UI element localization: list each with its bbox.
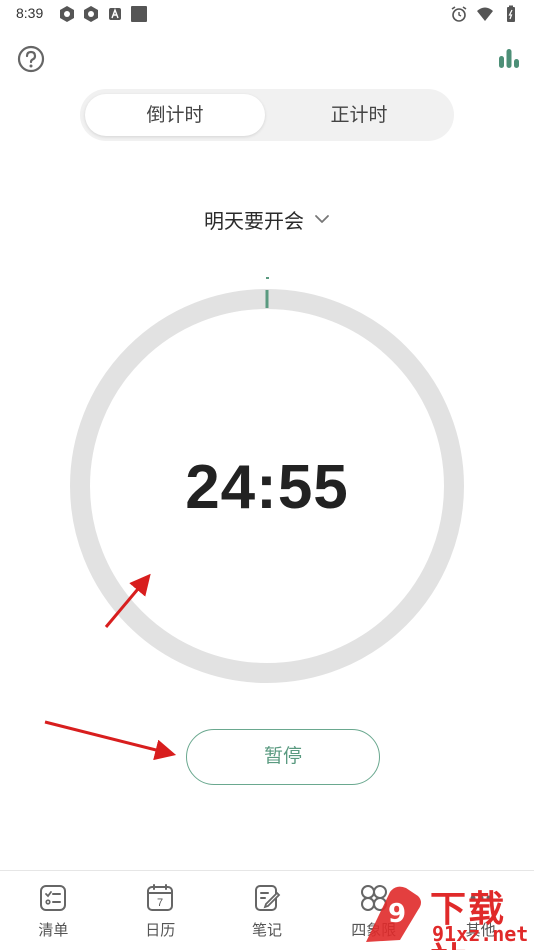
nav-label: 日历	[145, 921, 176, 939]
wifi-icon	[477, 7, 493, 21]
nav-item-calendar[interactable]: 7 日历	[107, 871, 214, 950]
task-name: 明天要开会	[204, 208, 304, 233]
nav-item-list[interactable]: 清单	[0, 871, 107, 950]
tab-countdown[interactable]: 倒计时	[85, 94, 265, 136]
status-time: 8:39	[16, 5, 44, 21]
annotation-arrow	[44, 720, 177, 761]
app-icon	[84, 6, 98, 22]
status-right-icons	[450, 5, 520, 23]
watermark-logo-text: 9	[388, 899, 406, 929]
note-icon	[254, 885, 281, 911]
pause-button[interactable]: 暂停	[186, 729, 380, 785]
timer-display: 24:55	[185, 453, 349, 522]
timer-ring-marker	[266, 277, 269, 279]
chevron-down-icon	[315, 215, 329, 223]
calendar-badge: 7	[157, 897, 163, 909]
watermark: 9 下载站 91xz.net	[360, 878, 534, 950]
bar-chart-icon[interactable]	[497, 46, 521, 70]
app-icon	[60, 6, 74, 22]
tab-countup[interactable]: 正计时	[269, 94, 449, 136]
battery-icon	[507, 5, 515, 22]
task-selector[interactable]: 明天要开会	[0, 203, 534, 235]
nav-label: 清单	[38, 921, 69, 939]
mode-switch: 倒计时 正计时	[80, 89, 454, 141]
a-icon	[109, 8, 121, 20]
checklist-icon	[40, 885, 67, 911]
nav-item-notes[interactable]: 笔记	[214, 871, 321, 950]
square-icon	[131, 6, 147, 22]
status-left-icons	[58, 5, 148, 23]
watermark-logo: 9	[366, 886, 421, 942]
nav-label: 笔记	[251, 921, 282, 939]
status-bar: 8:39	[0, 0, 534, 30]
calendar-icon: 7	[147, 884, 174, 911]
alarm-icon	[451, 6, 467, 22]
watermark-url: 91xz.net	[432, 922, 529, 946]
question-icon[interactable]	[17, 45, 45, 73]
